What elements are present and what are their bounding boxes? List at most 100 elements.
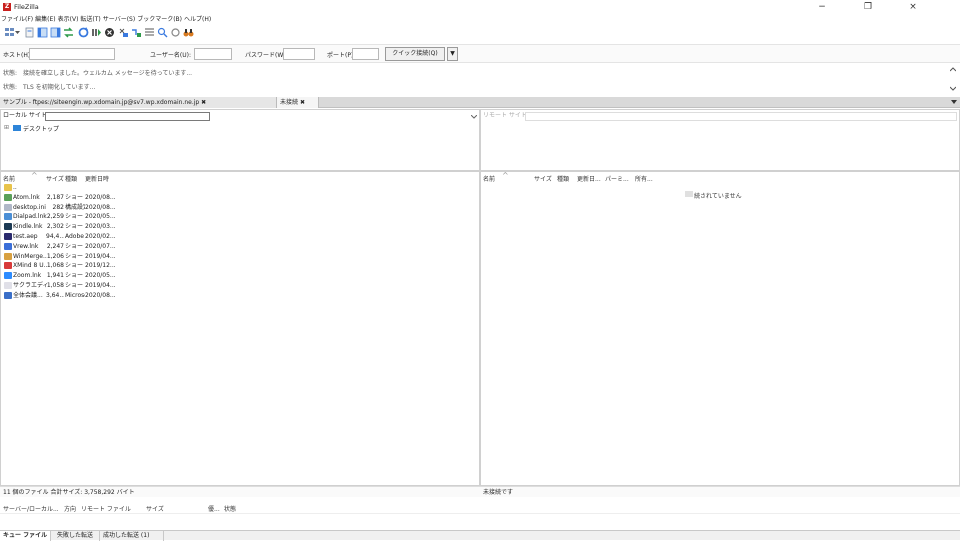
file-row[interactable]: Kindle.lnk2,302ショートカ...2020/03... (1, 222, 481, 231)
remote-status: 未接続です (480, 486, 960, 497)
file-row[interactable]: XMind 8 U...1,068ショートカ...2019/12... (1, 261, 481, 270)
local-col-date[interactable]: 更新日時 (85, 174, 109, 183)
message-log-icon[interactable] (24, 27, 35, 38)
refresh-icon[interactable] (78, 27, 89, 38)
tree-expand-icon[interactable]: ⊞ (4, 124, 9, 131)
local-tree-icon[interactable] (37, 27, 48, 38)
directory-filter-icon[interactable] (144, 27, 155, 38)
menu-transfer[interactable]: 転送(T) (79, 14, 101, 25)
menu-bar: ファイル(F) 編集(E) 表示(V) 転送(T) サーバー(S) ブックマーク(B) ヘル… (0, 14, 960, 25)
host-input[interactable] (29, 48, 115, 60)
file-name: WinMerge... (13, 252, 47, 260)
file-size: 2,247 (46, 242, 64, 250)
file-size: 94,4... (46, 233, 64, 240)
quickconnect-dropdown[interactable]: ▼ (447, 47, 458, 61)
queue-col-remote[interactable]: リモート ファイル (81, 504, 131, 513)
local-col-size[interactable]: サイズ (46, 174, 64, 183)
transfer-queue-icon[interactable] (63, 27, 74, 38)
tab-close-icon[interactable]: ✖ (201, 99, 206, 106)
queue-header: サーバー/ローカル... 方向 リモート ファイル サイズ 優... 状態 (0, 502, 960, 514)
tab-not-connected[interactable]: 未接続 ✖ (277, 97, 319, 108)
remote-col-size[interactable]: サイズ (534, 174, 552, 183)
file-row[interactable]: Vrew.lnk 2,247ショートカ...2020/07... (1, 242, 481, 251)
sync-browsing-icon[interactable] (170, 27, 181, 38)
file-date: 2020/08... (85, 291, 116, 299)
local-path-dropdown-icon[interactable] (471, 115, 477, 119)
remote-col-owner[interactable]: 所有... (635, 174, 653, 183)
minimize-button[interactable]: − (812, 1, 832, 13)
queue-col-priority[interactable]: 優... (208, 504, 220, 513)
queue-col-size[interactable]: サイズ (146, 504, 164, 513)
file-row[interactable]: Zoom.lnk 1,941ショートカ...2020/05... (1, 271, 481, 280)
file-name: Vrew.lnk (13, 242, 39, 250)
close-button[interactable]: × (903, 1, 923, 13)
local-path-input[interactable] (45, 112, 210, 121)
process-queue-icon[interactable] (91, 27, 102, 38)
file-size: 2,302 (46, 223, 64, 231)
file-date: 2020/03... (85, 223, 116, 231)
search-files-icon[interactable] (157, 27, 168, 38)
menu-server[interactable]: サーバー(S) (102, 14, 136, 25)
file-name: Atom.lnk (13, 193, 40, 201)
file-name: .. (13, 184, 17, 191)
file-name: Zoom.lnk (13, 272, 42, 280)
binoculars-icon[interactable] (183, 27, 194, 38)
remote-col-date[interactable]: 更新日... (577, 174, 601, 183)
log-text: 接続を確立しました。ウェルカム メッセージを待っています... (23, 70, 193, 77)
local-col-name[interactable]: 名前 (3, 174, 15, 183)
password-input[interactable] (283, 48, 315, 60)
tab-sample-site[interactable]: サンプル - ftpes://siteengin.wp.xdomain.jp@s… (0, 97, 277, 108)
cancel-operation-icon[interactable] (104, 27, 115, 38)
site-manager-icon[interactable] (4, 27, 15, 38)
file-row[interactable]: 全体会議...3,64...Microsof...2020/08... (1, 291, 481, 300)
file-row[interactable]: Atom.lnk 2,187ショートカ...2020/08... (1, 193, 481, 202)
file-name: desktop.ini (13, 203, 46, 211)
local-col-type[interactable]: 種類 (65, 174, 77, 183)
local-file-list: 名前 ^ サイズ 種類 更新日時 ..Atom.lnk2,187ショートカ...… (0, 171, 480, 486)
file-icon (4, 262, 12, 270)
menu-bookmarks[interactable]: ブックマーク(B) (136, 14, 183, 25)
remote-path-input[interactable] (525, 112, 957, 121)
username-input[interactable] (194, 48, 232, 60)
file-row[interactable]: サクラエディ...1,058ショートカ...2019/04... (1, 281, 481, 290)
port-input[interactable] (352, 48, 379, 60)
remote-col-type[interactable]: 種類 (557, 174, 569, 183)
file-type: ショートカ... (65, 223, 85, 231)
tab-label: 未接続 (280, 99, 299, 106)
log-key: 状態: (3, 70, 18, 77)
menu-help[interactable]: ヘルプ(H) (183, 14, 212, 25)
queue-col-status[interactable]: 状態 (224, 504, 236, 513)
scroll-down-icon[interactable] (950, 85, 956, 91)
quickconnect-button[interactable]: クイック接続(Q) (385, 47, 445, 61)
file-row[interactable]: desktop.ini 282構成設定2020/08... (1, 203, 481, 212)
log-text: TLS を初期化しています... (23, 84, 96, 91)
remote-tree-panel: リモート サイト: (480, 109, 960, 171)
tabs-dropdown-icon[interactable] (951, 100, 957, 105)
file-row[interactable]: WinMerge...1,206ショートカ...2019/04... (1, 252, 481, 261)
user-label: ユーザー名(U): (150, 52, 191, 59)
file-type: Microsof... (65, 291, 85, 299)
chevron-down-icon[interactable] (15, 27, 20, 38)
menu-file[interactable]: ファイル(F) (0, 14, 34, 25)
file-row[interactable]: .. (1, 183, 481, 192)
file-row[interactable]: test.aep 94,4...Adobe A...2020/02... (1, 232, 481, 241)
menu-edit[interactable]: 編集(E) (34, 14, 56, 25)
tab-close-icon[interactable]: ✖ (300, 99, 305, 106)
remote-col-permissions[interactable]: パーミ... (605, 174, 629, 183)
menu-view[interactable]: 表示(V) (57, 14, 80, 25)
file-size: 282 (52, 203, 64, 211)
file-size: 2,259 (46, 213, 64, 221)
file-row[interactable]: Dialpad.lnk2,259ショートカ...2020/05... (1, 212, 481, 221)
remote-col-name[interactable]: 名前 (483, 174, 495, 183)
file-size: 2,187 (46, 193, 64, 201)
queue-col-direction[interactable]: 方向 (64, 504, 76, 513)
disconnect-icon[interactable] (118, 27, 129, 38)
file-type: ショートカ... (65, 242, 85, 250)
scroll-up-icon[interactable] (950, 67, 956, 73)
remote-tree-icon[interactable] (50, 27, 61, 38)
queue-col-server[interactable]: サーバー/ローカル... (3, 504, 59, 513)
reconnect-icon[interactable] (131, 27, 142, 38)
file-date: 2020/05... (85, 272, 116, 280)
tree-item-desktop[interactable]: デスクトップ (23, 124, 59, 133)
maximize-button[interactable]: ❐ (858, 1, 878, 13)
